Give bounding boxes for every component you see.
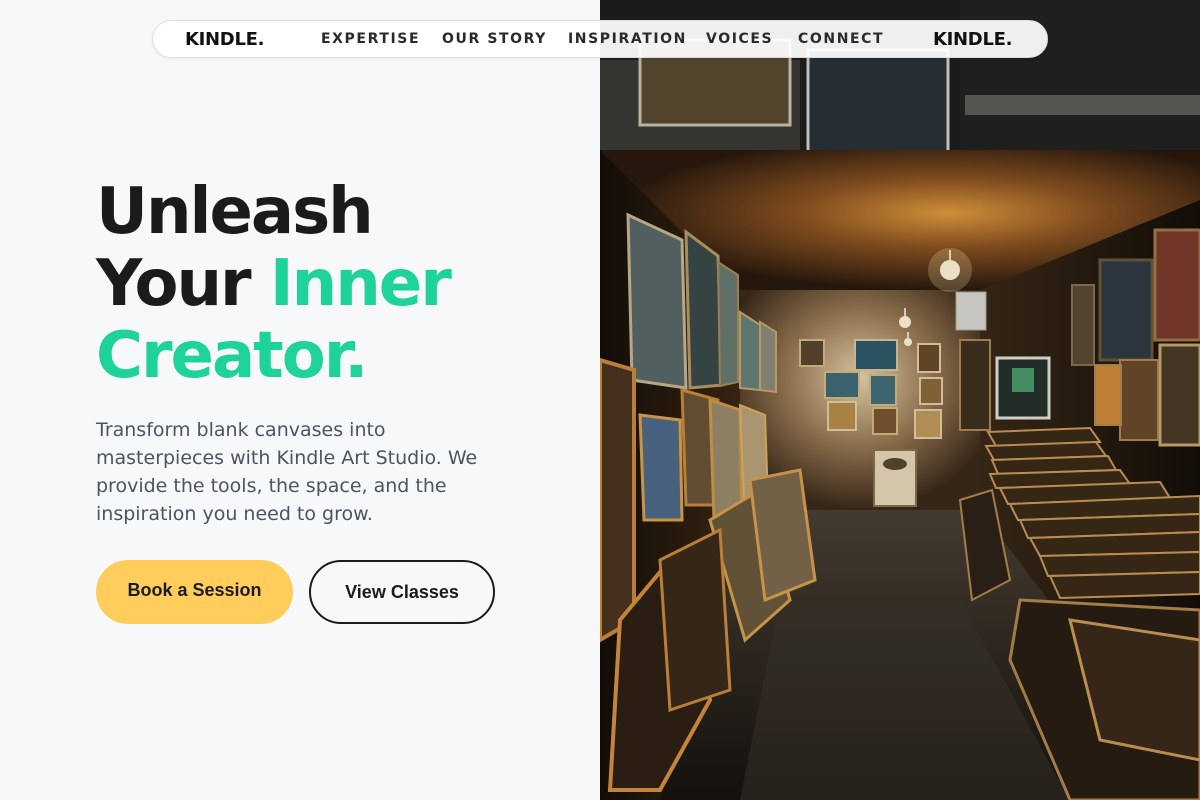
hero-section: Unleash Your Inner Creator. Transform bl… <box>0 0 600 800</box>
hero-title-plain-word: Your <box>96 247 252 321</box>
brand-logo[interactable]: KINDLE. <box>185 29 264 50</box>
book-session-button[interactable]: Book a Session <box>96 560 293 624</box>
hero-title-line-2: Your Inner <box>96 247 452 321</box>
gallery-photo-illustration <box>600 0 1200 800</box>
hero-photo <box>600 0 1200 800</box>
view-classes-button[interactable]: View Classes <box>309 560 495 624</box>
hero-title-line-1: Unleash <box>96 175 374 249</box>
hero-title: Unleash Your Inner Creator. <box>96 175 452 393</box>
top-navigation: KINDLE. EXPERTISE OUR STORY INSPIRATION … <box>152 20 1048 58</box>
brand-logo-secondary[interactable]: KINDLE. <box>933 29 1012 50</box>
hero-description: Transform blank canvases into masterpiec… <box>96 419 478 525</box>
hero-title-accent-word: Inner <box>269 247 452 321</box>
nav-link-expertise[interactable]: EXPERTISE <box>321 31 420 47</box>
hero-title-line-3: Creator. <box>96 319 368 393</box>
nav-link-inspiration[interactable]: INSPIRATION <box>568 31 687 47</box>
nav-link-voices[interactable]: VOICES <box>706 31 773 47</box>
nav-link-our-story[interactable]: OUR STORY <box>442 31 547 47</box>
nav-link-connect[interactable]: CONNECT <box>798 31 884 47</box>
